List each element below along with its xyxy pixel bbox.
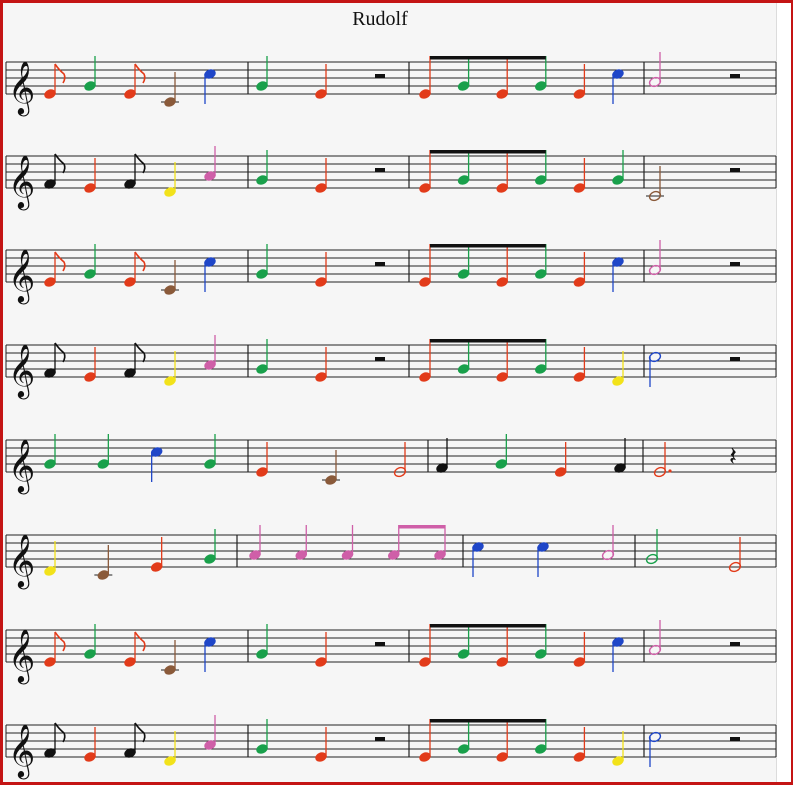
note-beam — [430, 150, 546, 154]
half-rest — [730, 74, 740, 78]
note-flag — [134, 251, 146, 272]
note-beam — [430, 244, 546, 248]
half-rest — [730, 168, 740, 172]
half-rest — [730, 642, 740, 646]
half-rest — [375, 262, 385, 266]
note-beam — [430, 56, 546, 60]
half-rest — [375, 74, 385, 78]
note-flag — [54, 251, 66, 272]
note-beam — [430, 624, 546, 628]
dot — [668, 469, 672, 473]
half-rest — [375, 168, 385, 172]
note-beam — [398, 525, 445, 529]
half-rest — [730, 737, 740, 741]
half-rest — [375, 357, 385, 361]
half-rest — [375, 642, 385, 646]
note-flag — [54, 63, 66, 84]
sheet-music: 𝄞 𝄞 𝄞 𝄞 𝄞 𝄽 𝄞 𝄞 𝄞 — [5, 52, 777, 779]
note-flag — [134, 631, 146, 652]
half-rest — [730, 357, 740, 361]
quarter-rest: 𝄽 — [729, 442, 737, 472]
half-rest — [375, 737, 385, 741]
treble-clef-icon: 𝄞 — [8, 533, 35, 589]
treble-clef-icon: 𝄞 — [8, 723, 35, 779]
half-rest — [730, 262, 740, 266]
treble-clef-icon: 𝄞 — [8, 438, 35, 494]
treble-clef-icon: 𝄞 — [8, 60, 35, 116]
note-beam — [430, 339, 546, 343]
note-flag — [54, 631, 66, 652]
treble-clef-icon: 𝄞 — [8, 248, 35, 304]
note-beam — [430, 719, 546, 723]
treble-clef-icon: 𝄞 — [8, 628, 35, 684]
treble-clef-icon: 𝄞 — [8, 343, 35, 399]
note-flag — [134, 63, 146, 84]
treble-clef-icon: 𝄞 — [8, 154, 35, 210]
